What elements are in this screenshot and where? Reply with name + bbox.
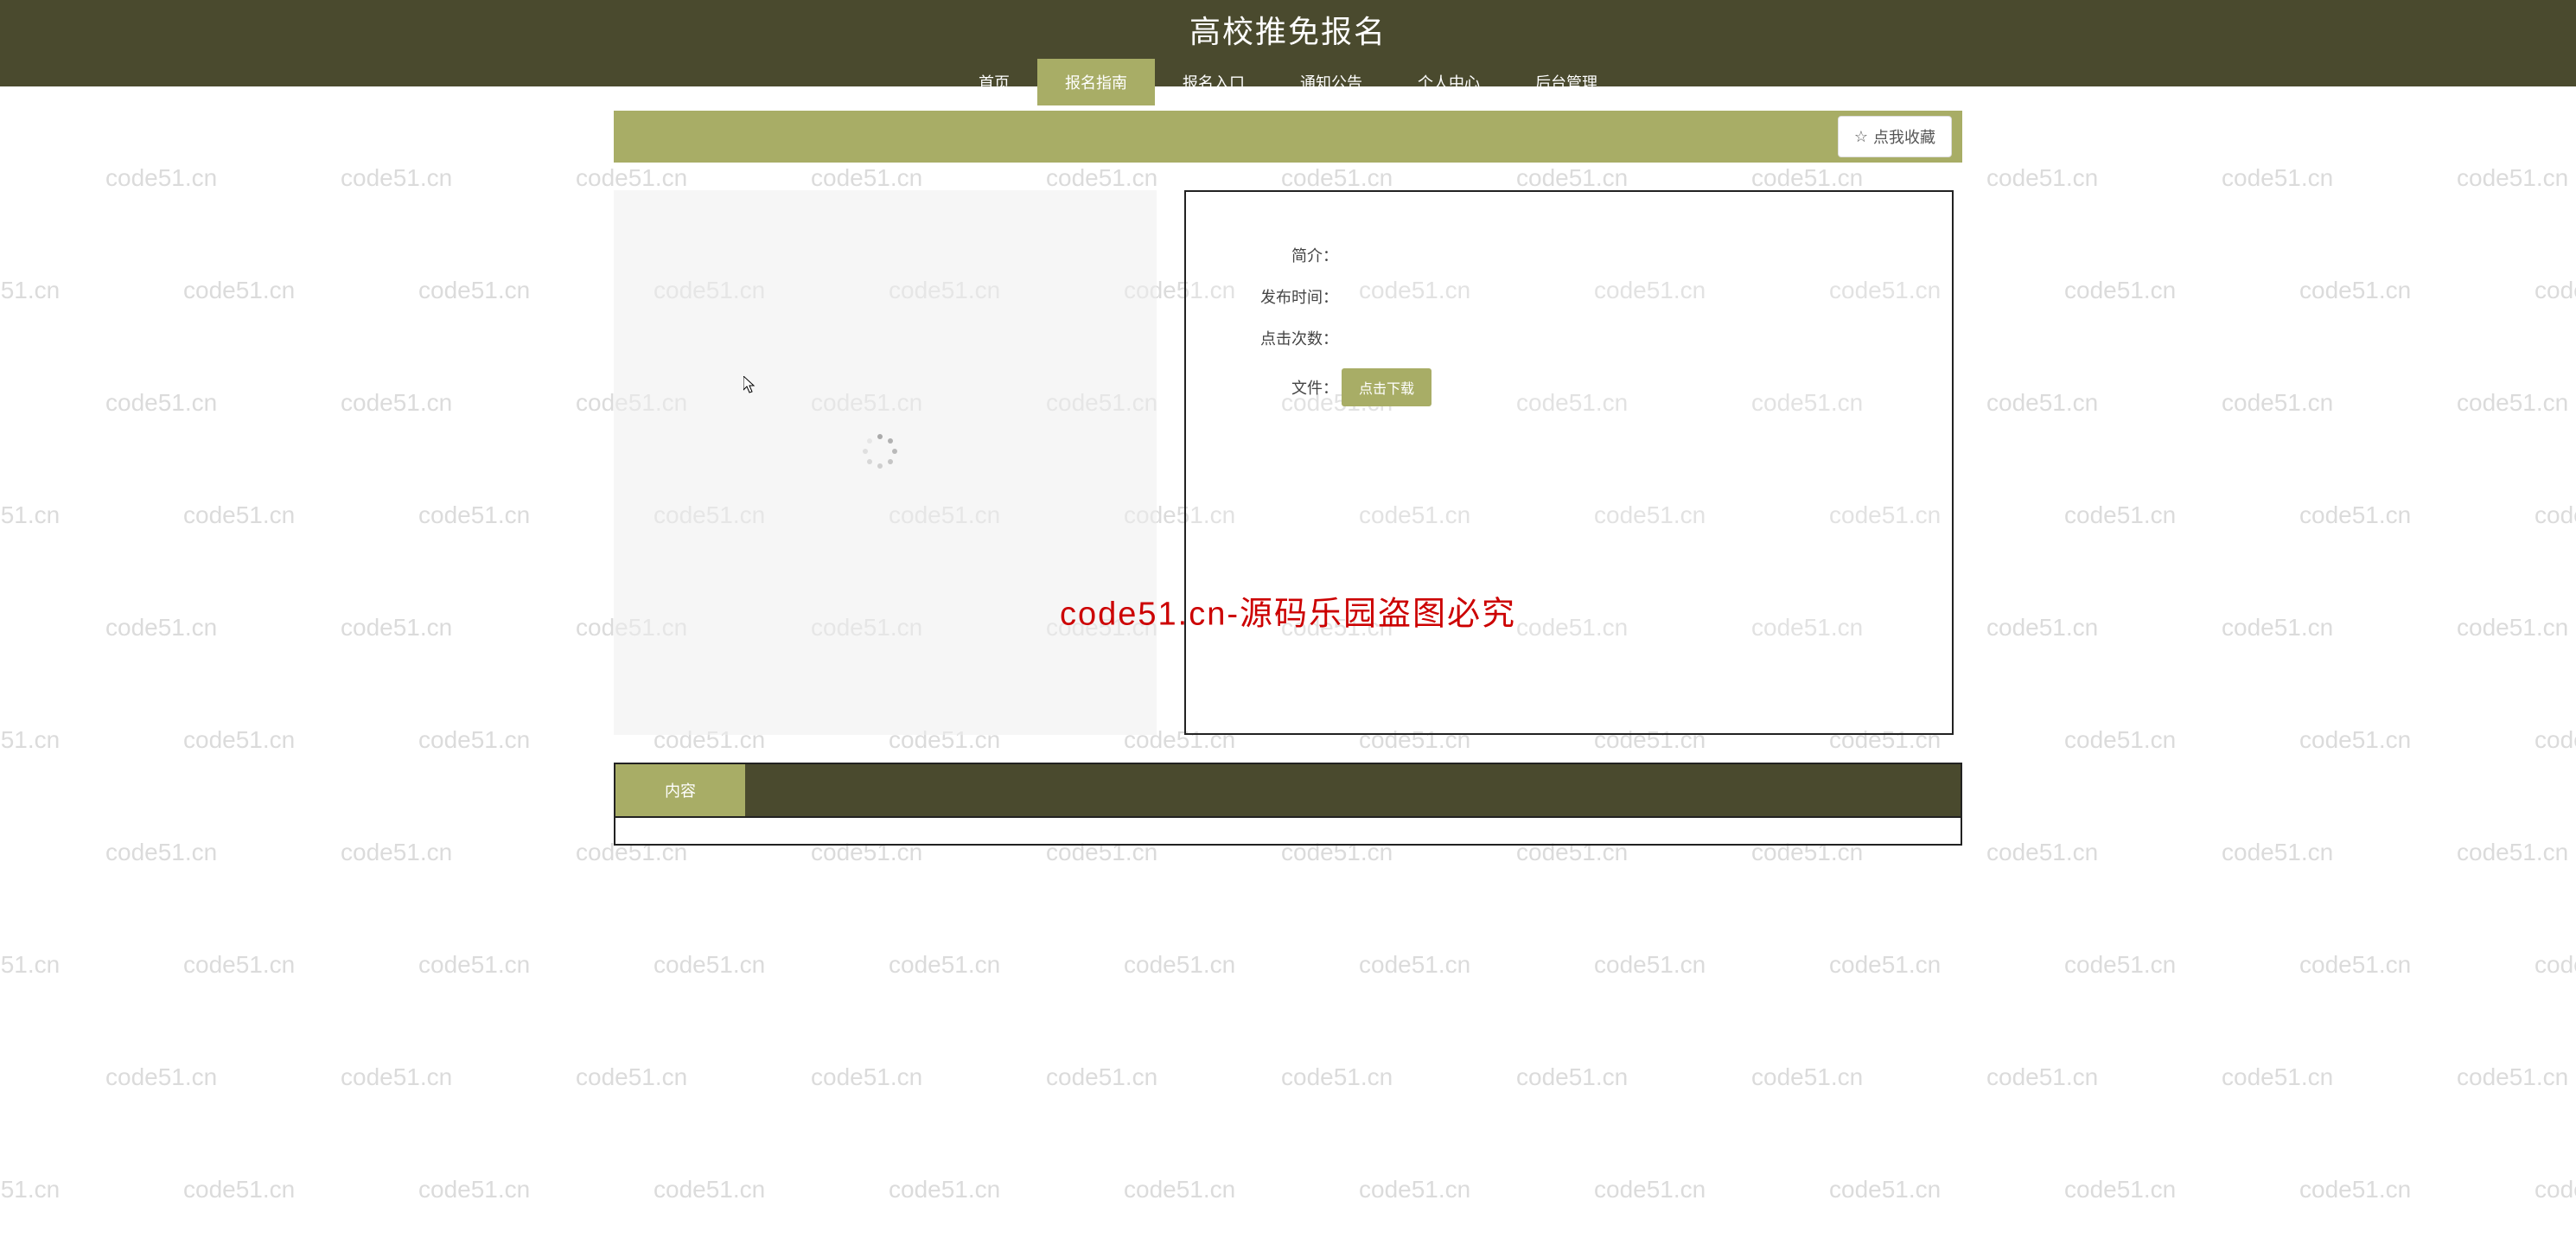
content-area	[614, 818, 1962, 846]
content-tab-bar: 内容	[614, 763, 1962, 818]
publish-time-label: 发布时间：	[1238, 285, 1342, 308]
click-count-label: 点击次数：	[1238, 327, 1342, 349]
detail-pane: 简介： 发布时间： 点击次数： 文件： 点击下载	[1184, 190, 1954, 735]
publish-time-row: 发布时间：	[1238, 285, 1917, 308]
click-count-row: 点击次数：	[1238, 327, 1917, 349]
intro-label: 简介：	[1238, 244, 1342, 266]
file-label: 文件：	[1238, 376, 1342, 399]
nav-notice[interactable]: 通知公告	[1272, 59, 1390, 105]
file-row: 文件： 点击下载	[1238, 368, 1917, 406]
intro-row: 简介：	[1238, 244, 1917, 266]
favorite-label: 点我收藏	[1873, 125, 1935, 148]
tab-content[interactable]: 内容	[615, 764, 745, 816]
header: 高校推免报名 首页 报名指南 报名入口 通知公告 个人中心 后台管理	[0, 0, 2576, 86]
main-content-row: 简介： 发布时间： 点击次数： 文件： 点击下载	[614, 190, 1962, 735]
nav-personal[interactable]: 个人中心	[1390, 59, 1508, 105]
nav-admin[interactable]: 后台管理	[1508, 59, 1625, 105]
nav-guide[interactable]: 报名指南	[1037, 59, 1155, 105]
loading-spinner-icon	[863, 434, 897, 469]
favorite-button[interactable]: ☆ 点我收藏	[1838, 116, 1952, 157]
nav-signup[interactable]: 报名入口	[1155, 59, 1272, 105]
action-bar: ☆ 点我收藏	[614, 111, 1962, 163]
download-button[interactable]: 点击下载	[1342, 368, 1431, 406]
star-icon: ☆	[1854, 128, 1868, 146]
nav-home[interactable]: 首页	[951, 59, 1037, 105]
main-nav: 首页 报名指南 报名入口 通知公告 个人中心 后台管理	[0, 59, 2576, 105]
image-preview-pane	[614, 190, 1157, 735]
site-title: 高校推免报名	[0, 0, 2576, 52]
